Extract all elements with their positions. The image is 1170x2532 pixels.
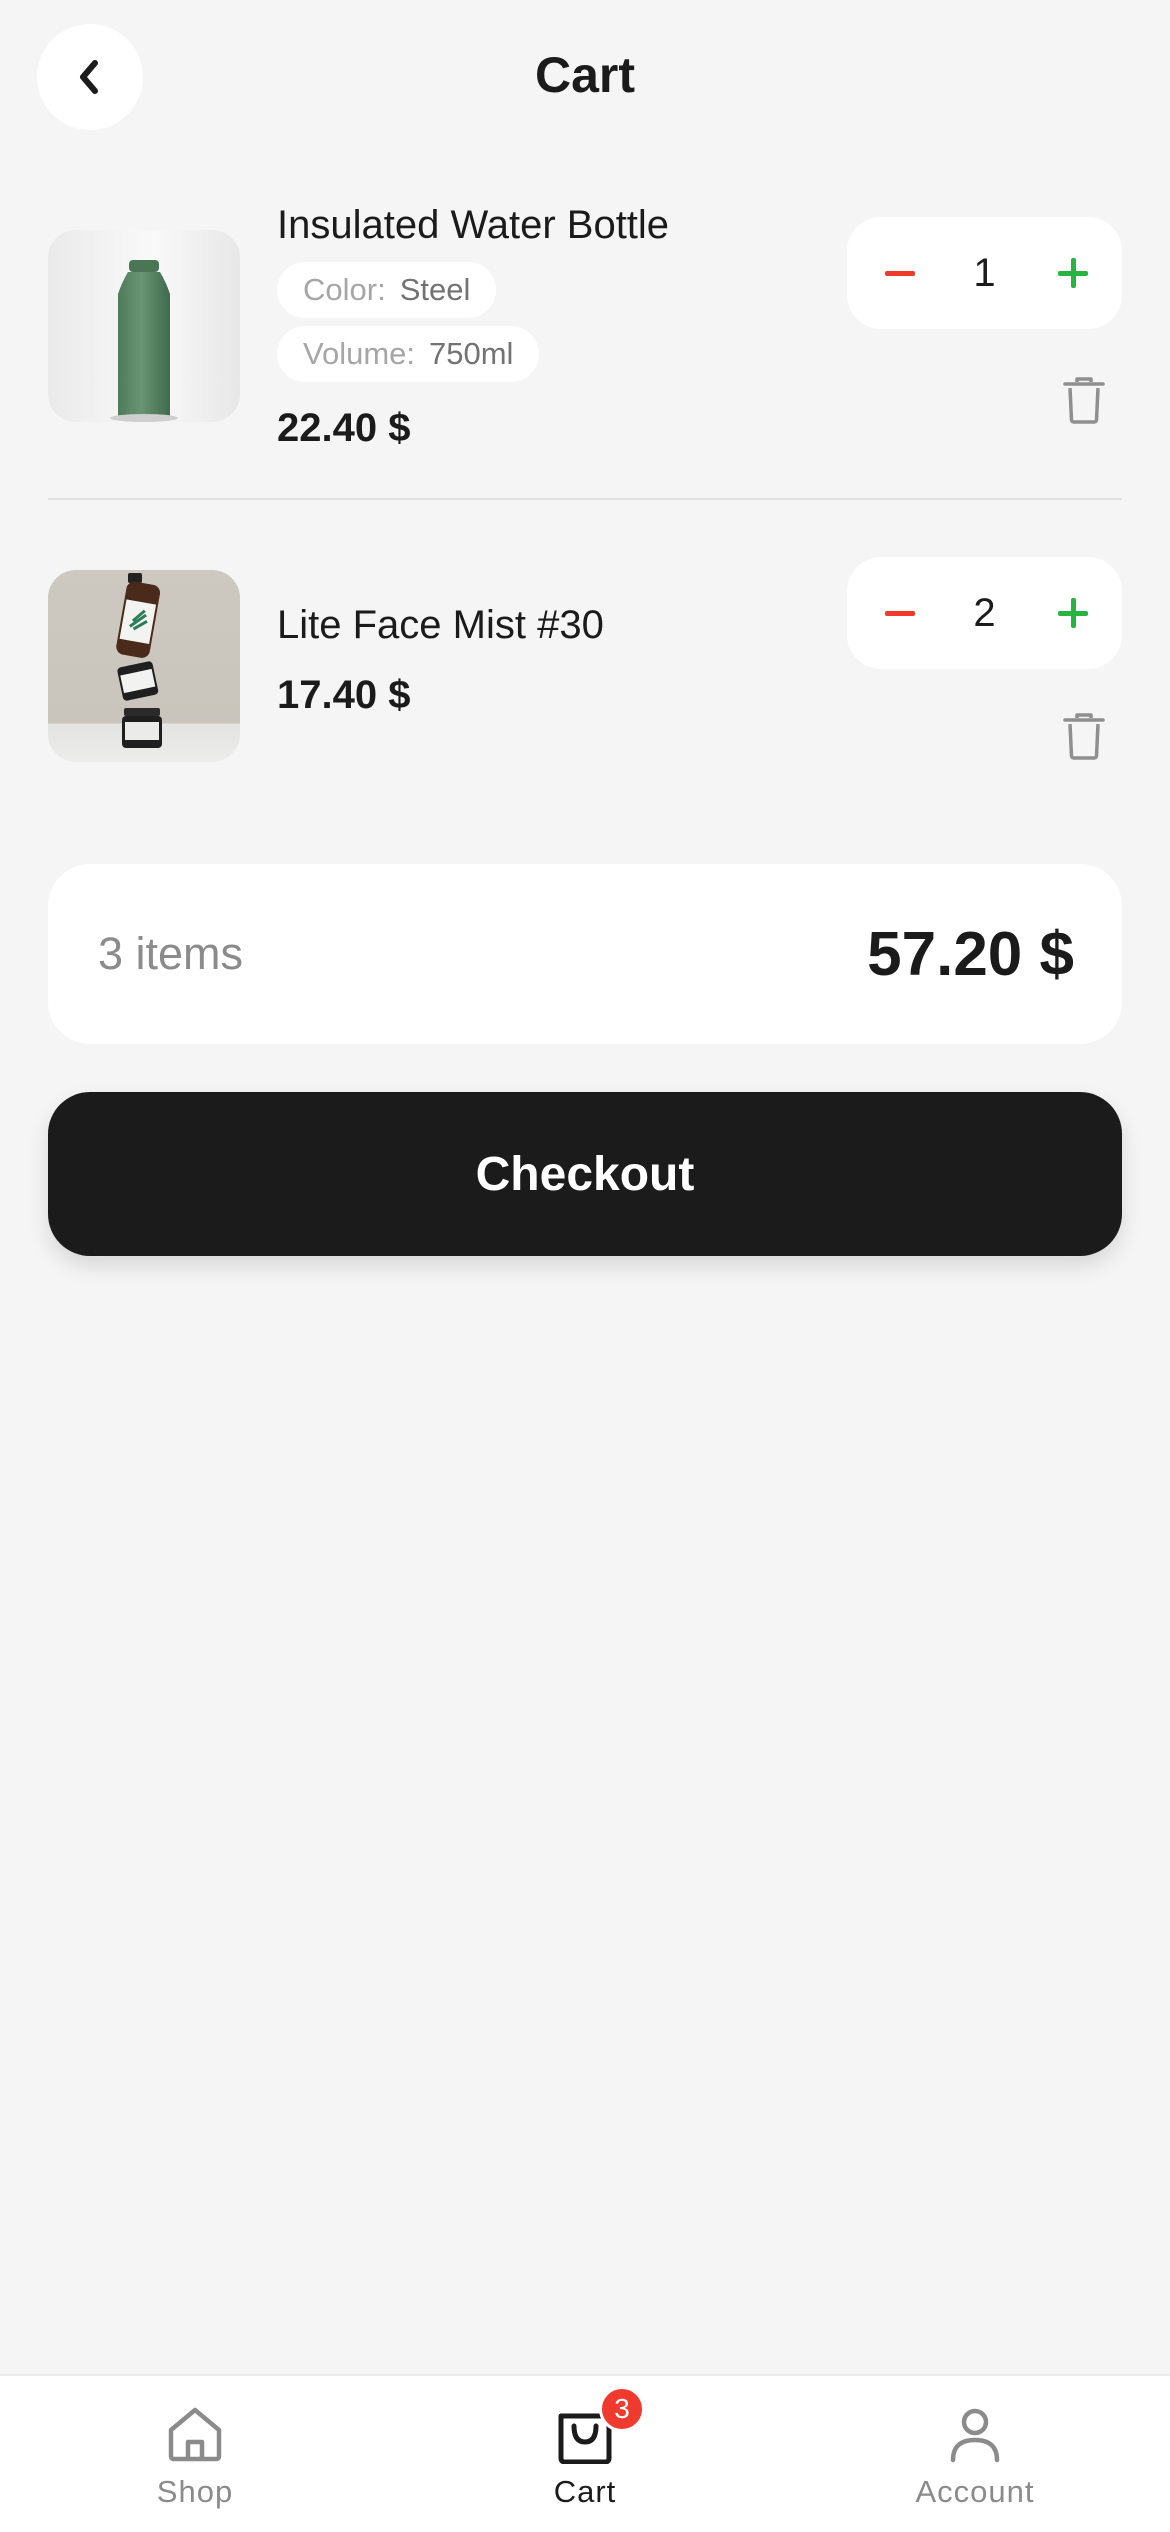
product-name: Insulated Water Bottle (277, 203, 670, 247)
tab-bar: Shop 3 Cart Account (0, 2374, 1170, 2532)
user-icon (950, 2408, 1000, 2463)
checkout-button[interactable]: Checkout (48, 1092, 1122, 1256)
quantity-value: 2 (973, 590, 996, 635)
tab-label: Account (915, 2474, 1035, 2509)
cart-screen: Cart Insulated Water Bottle Color: Steel (0, 0, 1170, 2532)
divider (48, 498, 1122, 500)
plus-icon (1058, 598, 1088, 628)
cart-count-badge: 3 (599, 2386, 645, 2432)
tab-cart[interactable]: 3 Cart (390, 2376, 780, 2532)
cart-item: Insulated Water Bottle Color: Steel Volu… (48, 200, 1122, 500)
item-count: 3 items (98, 928, 244, 979)
minus-icon (885, 610, 915, 616)
trash-icon[interactable] (1063, 376, 1105, 424)
trash-icon[interactable] (1063, 712, 1105, 760)
product-price: 22.40 $ (277, 406, 411, 450)
quantity-stepper: 1 (847, 217, 1122, 329)
decrease-quantity-button[interactable] (855, 217, 945, 329)
option-label: Volume: (303, 336, 416, 371)
increase-quantity-button[interactable] (1028, 217, 1118, 329)
order-total: 57.20 $ (867, 919, 1074, 989)
option-value: 750ml (429, 336, 514, 371)
cart-item: Lite Face Mist #30 17.40 $ 2 (48, 540, 1122, 790)
increase-quantity-button[interactable] (1028, 557, 1118, 669)
order-summary: 3 items 57.20 $ (48, 864, 1122, 1044)
tab-label: Shop (156, 2474, 234, 2509)
option-chip-color: Color: Steel (277, 262, 497, 318)
minus-icon (885, 270, 915, 276)
product-image-water-bottle[interactable] (48, 230, 240, 422)
option-value: Steel (399, 272, 471, 307)
page-title: Cart (534, 47, 636, 103)
quantity-value: 1 (973, 250, 996, 295)
tab-account[interactable]: Account (780, 2376, 1170, 2532)
tab-shop[interactable]: Shop (0, 2376, 390, 2532)
product-name: Lite Face Mist #30 (277, 603, 604, 647)
skincare-bottles-illustration (116, 573, 162, 748)
decrease-quantity-button[interactable] (855, 557, 945, 669)
option-chip-volume: Volume: 750ml (277, 326, 540, 382)
water-bottle-illustration (110, 260, 178, 422)
product-price: 17.40 $ (277, 673, 411, 717)
quantity-stepper: 2 (847, 557, 1122, 669)
tab-label: Cart (553, 2474, 617, 2509)
option-label: Color: (303, 272, 386, 307)
home-icon (168, 2407, 222, 2462)
plus-icon (1058, 258, 1088, 288)
product-image-face-mist[interactable] (48, 570, 240, 762)
